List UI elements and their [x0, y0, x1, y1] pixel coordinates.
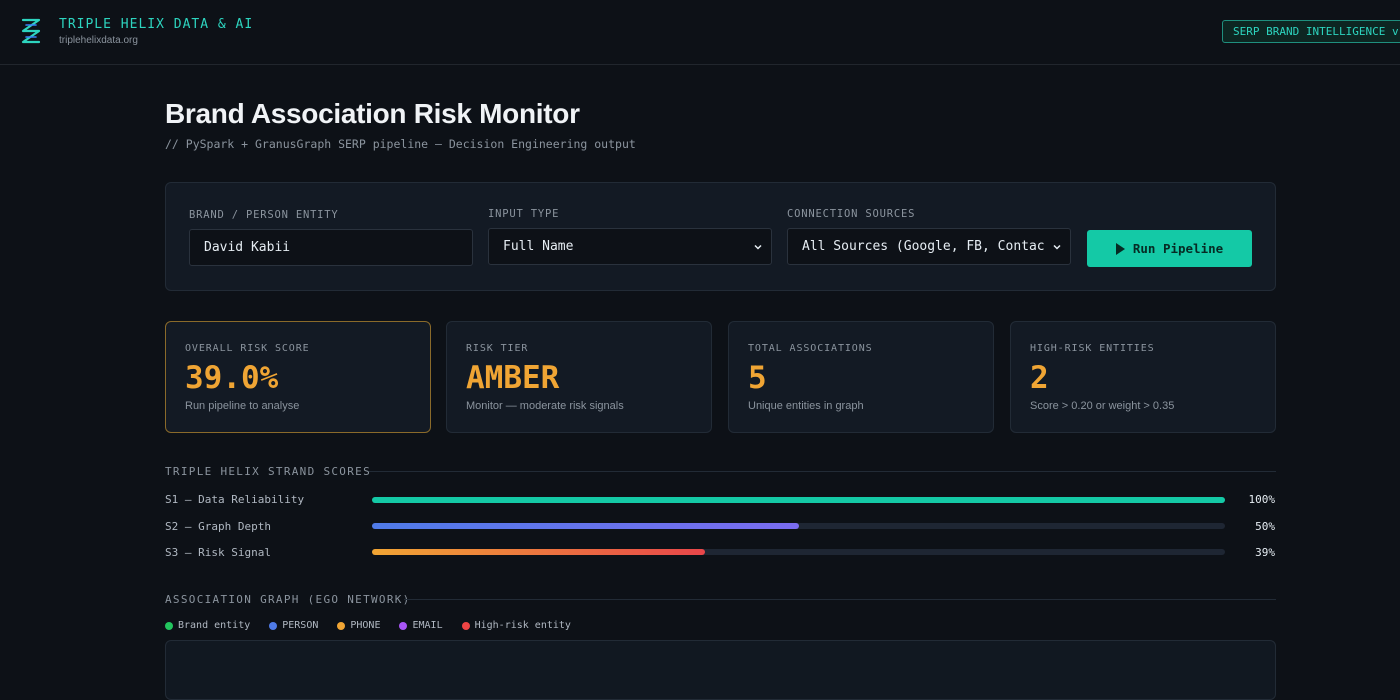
- metric-card-total-associations: TOTAL ASSOCIATIONS 5 Unique entities in …: [728, 321, 994, 433]
- top-bar: TRIPLE HELIX DATA & AI triplehelixdata.o…: [0, 0, 1400, 65]
- legend-dot: [337, 621, 346, 630]
- metric-label: HIGH-RISK ENTITIES: [1030, 343, 1155, 354]
- strand-fill-s2: [372, 523, 799, 529]
- metric-card-overall-risk: OVERALL RISK SCORE 39.0% Run pipeline to…: [165, 321, 431, 433]
- strand-label-s2: S2 — Graph Depth: [165, 520, 271, 533]
- strand-pct-s1: 100%: [1248, 493, 1276, 506]
- legend-item-brand: Brand entity: [165, 620, 250, 631]
- metric-card-high-risk-entities: HIGH-RISK ENTITIES 2 Score > 0.20 or wei…: [1010, 321, 1276, 433]
- entity-field-label: BRAND / PERSON ENTITY: [189, 209, 339, 221]
- legend-item-person: PERSON: [269, 620, 318, 631]
- strand-pct-s3: 39%: [1255, 546, 1275, 559]
- chevron-down-icon: [1053, 244, 1061, 250]
- metric-note: Run pipeline to analyse: [185, 400, 300, 412]
- strand-scores-title: TRIPLE HELIX STRAND SCORES: [165, 465, 371, 478]
- metric-label: OVERALL RISK SCORE: [185, 343, 310, 354]
- legend-item-phone: PHONE: [337, 620, 380, 631]
- graph-legend: Brand entity PERSON PHONE EMAIL High-ris…: [165, 620, 571, 631]
- metric-value: 2: [1030, 360, 1049, 396]
- strand-track-s3: [372, 549, 1225, 555]
- connection-sources-selected-value: All Sources (Google, FB, Contac: [802, 239, 1045, 254]
- run-pipeline-button[interactable]: Run Pipeline: [1087, 230, 1252, 267]
- input-type-select[interactable]: Full Name: [488, 228, 772, 265]
- triple-helix-logo-icon[interactable]: [20, 17, 42, 45]
- association-graph-title: ASSOCIATION GRAPH (EGO NETWORK): [165, 593, 411, 606]
- metric-note: Unique entities in graph: [748, 400, 864, 412]
- legend-dot: [399, 621, 408, 630]
- metric-note: Score > 0.20 or weight > 0.35: [1030, 400, 1175, 412]
- legend-label: EMAIL: [412, 620, 443, 631]
- legend-dot: [269, 621, 278, 630]
- chevron-down-icon: [754, 244, 762, 250]
- legend-label: PHONE: [350, 620, 381, 631]
- version-badge: SERP BRAND INTELLIGENCE v1: [1222, 20, 1400, 43]
- legend-label: PERSON: [282, 620, 319, 631]
- legend-item-email: EMAIL: [399, 620, 443, 631]
- metric-value: AMBER: [466, 360, 560, 396]
- legend-label: Brand entity: [178, 620, 251, 631]
- strand-track-s1: [372, 497, 1225, 503]
- strand-track-s2: [372, 523, 1225, 529]
- legend-label: High-risk entity: [474, 620, 571, 631]
- brand-name[interactable]: TRIPLE HELIX DATA & AI: [59, 17, 253, 32]
- input-type-label: INPUT TYPE: [488, 208, 560, 220]
- connection-sources-select[interactable]: All Sources (Google, FB, Contac: [787, 228, 1071, 265]
- metric-value: 39.0%: [185, 360, 279, 396]
- legend-dot: [461, 621, 470, 630]
- metric-label: RISK TIER: [466, 343, 529, 354]
- entity-input[interactable]: David Kabii: [189, 229, 473, 266]
- metric-value: 5: [748, 360, 767, 396]
- pipeline-controls-card: BRAND / PERSON ENTITY David Kabii INPUT …: [165, 182, 1276, 291]
- run-pipeline-label: Run Pipeline: [1132, 241, 1224, 256]
- association-graph-canvas[interactable]: [165, 640, 1276, 700]
- play-icon: [1115, 242, 1125, 255]
- metric-label: TOTAL ASSOCIATIONS: [748, 343, 873, 354]
- section-divider: [369, 471, 1276, 472]
- metric-card-risk-tier: RISK TIER AMBER Monitor — moderate risk …: [446, 321, 712, 433]
- page-subtitle: // PySpark + GranusGraph SERP pipeline —…: [165, 137, 636, 151]
- section-divider: [404, 599, 1276, 600]
- strand-label-s1: S1 — Data Reliability: [165, 493, 305, 506]
- strand-pct-s2: 50%: [1255, 520, 1275, 533]
- input-type-selected-value: Full Name: [503, 239, 574, 254]
- strand-fill-s1: [372, 497, 1225, 503]
- page-title: Brand Association Risk Monitor: [165, 98, 580, 129]
- strand-fill-s3: [372, 549, 705, 555]
- legend-dot: [165, 621, 173, 630]
- legend-item-high-risk: High-risk entity: [461, 620, 571, 631]
- brand-url[interactable]: triplehelixdata.org: [59, 35, 138, 46]
- connection-sources-label: CONNECTION SOURCES: [787, 208, 916, 220]
- strand-label-s3: S3 — Risk Signal: [165, 546, 271, 559]
- metric-note: Monitor — moderate risk signals: [466, 400, 624, 412]
